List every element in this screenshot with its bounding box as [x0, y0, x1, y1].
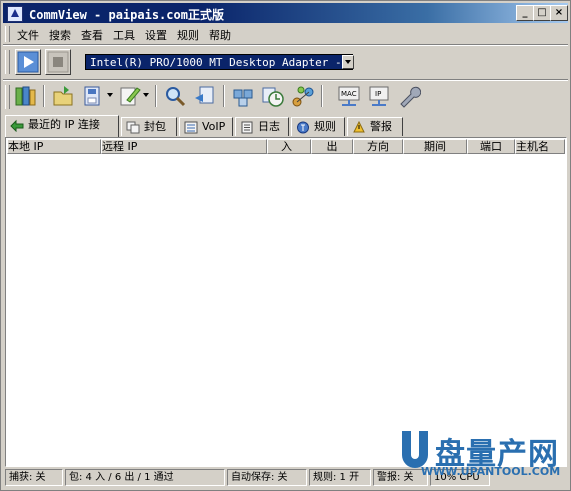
status-captured: 捕获: 关 [5, 469, 63, 486]
toolbar-separator [43, 85, 45, 107]
status-rules: 规则: 1 开 [309, 469, 371, 486]
chevron-down-icon[interactable] [143, 93, 149, 97]
column-out[interactable]: 出 [311, 139, 353, 154]
clear-icon[interactable] [117, 84, 141, 108]
tab-label: 日志 [258, 120, 280, 133]
chevron-down-icon[interactable] [342, 55, 354, 69]
search-icon[interactable] [163, 84, 187, 108]
column-local-ip[interactable]: 本地 IP [7, 139, 101, 154]
tab-packets[interactable]: 封包 [121, 117, 177, 136]
connections-table[interactable]: 本地 IP 远程 IP 入 出 方向 期间 端口 主机名 [5, 137, 567, 467]
toolbar-separator [321, 85, 323, 107]
column-remote-ip[interactable]: 远程 IP [101, 139, 267, 154]
menu-search[interactable]: 搜索 [49, 27, 71, 43]
column-hostname[interactable]: 主机名 [515, 139, 565, 154]
menu-grip [5, 26, 10, 42]
mac-label: MAC [341, 90, 357, 98]
packet-generator-icon[interactable] [231, 84, 255, 108]
start-capture-button[interactable] [15, 49, 41, 75]
menu-help[interactable]: 帮助 [209, 27, 231, 43]
mac-alias-icon[interactable]: MAC [337, 84, 361, 108]
open-icon[interactable] [13, 84, 37, 108]
maximize-button[interactable]: □ [533, 5, 551, 21]
tab-alarms[interactable]: 警报 [347, 117, 403, 136]
tab-logs[interactable]: 日志 [235, 117, 289, 136]
column-direction[interactable]: 方向 [353, 139, 403, 154]
toolbar-grip [5, 85, 10, 109]
tab-label: 警报 [370, 120, 392, 133]
window-title: CommView - paipais.com正式版 [29, 8, 224, 22]
tab-label: 最近的 IP 连接 [28, 118, 100, 131]
nodes-icon[interactable] [291, 84, 315, 108]
main-window: CommView - paipais.com正式版 _ □ × 文件 搜索 查看… [0, 0, 571, 491]
tab-strip: 最近的 IP 连接 封包 VoIP 日志 规则 警报 [5, 115, 568, 137]
options-icon[interactable] [397, 84, 421, 108]
close-button[interactable]: × [550, 5, 568, 21]
alarms-icon [353, 121, 365, 133]
menu-bar: 文件 搜索 查看 工具 设置 规则 帮助 [3, 25, 568, 43]
packets-icon [126, 121, 140, 134]
watermark-url: WWW.UPANTOOL.COM [421, 465, 561, 478]
stop-icon [47, 51, 69, 73]
reconstruct-icon[interactable] [193, 84, 217, 108]
rules-icon [297, 121, 309, 134]
watermark: 盘量产网 WWW.UPANTOOL.COM [399, 429, 561, 485]
status-autosave: 自动保存: 关 [227, 469, 307, 486]
tab-label: 规则 [314, 120, 336, 133]
column-port[interactable]: 端口 [467, 139, 515, 154]
toolbar-separator [223, 85, 225, 107]
stop-capture-button[interactable] [45, 49, 71, 75]
capture-toolbar: Intel(R) PRO/1000 MT Desktop Adapter - 数 [3, 46, 568, 78]
tab-rules[interactable]: 规则 [291, 117, 345, 136]
ip-connections-icon [10, 119, 24, 132]
column-duration[interactable]: 期间 [403, 139, 467, 154]
scheduler-icon[interactable] [261, 84, 285, 108]
menu-file[interactable]: 文件 [17, 27, 39, 43]
menu-rules[interactable]: 规则 [177, 27, 199, 43]
table-header: 本地 IP 远程 IP 入 出 方向 期间 端口 主机名 [7, 139, 565, 154]
menu-view[interactable]: 查看 [81, 27, 103, 43]
tab-ip-connections[interactable]: 最近的 IP 连接 [5, 115, 119, 137]
tab-label: VoIP [202, 120, 226, 133]
tab-voip[interactable]: VoIP [179, 117, 233, 136]
app-icon [7, 6, 23, 22]
export-icon[interactable] [51, 84, 75, 108]
save-icon[interactable] [81, 84, 105, 108]
logs-icon [241, 121, 253, 134]
ip-label: IP [375, 90, 382, 98]
main-toolbar: MAC IP [3, 81, 568, 113]
minimize-button[interactable]: _ [516, 5, 534, 21]
tab-label: 封包 [144, 120, 166, 133]
column-in[interactable]: 入 [267, 139, 311, 154]
chevron-down-icon[interactable] [107, 93, 113, 97]
voip-icon [184, 121, 198, 134]
adapter-select[interactable]: Intel(R) PRO/1000 MT Desktop Adapter - 数 [85, 54, 353, 70]
toolbar-grip [5, 50, 10, 74]
toolbar-separator [155, 85, 157, 107]
ip-alias-icon[interactable]: IP [367, 84, 391, 108]
title-bar[interactable]: CommView - paipais.com正式版 _ □ × [3, 3, 568, 23]
menu-settings[interactable]: 设置 [145, 27, 167, 43]
menu-tools[interactable]: 工具 [113, 27, 135, 43]
play-icon [17, 51, 39, 73]
status-packets: 包: 4 入 / 6 出 / 1 通过 [65, 469, 225, 486]
